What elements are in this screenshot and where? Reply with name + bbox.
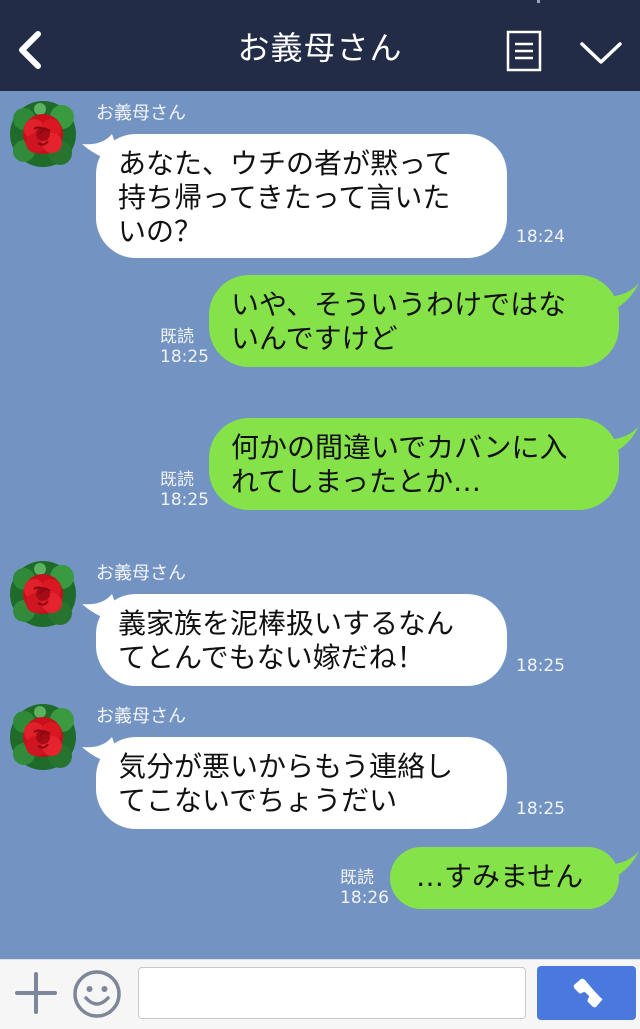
message-line: いや、そういうわけではな (231, 288, 567, 321)
chevron-down-icon[interactable] (578, 36, 624, 68)
message-line: …すみません (416, 860, 584, 893)
message-time: 18:25 (516, 799, 565, 819)
read-receipt: 既読 (340, 868, 374, 888)
message-line: てこないでちょうだい (118, 784, 398, 817)
message-bubble[interactable]: 義家族を泥棒扱いするなん てとんでもない嫁だね！ (82, 594, 507, 686)
message-line: あなた、ウチの者が黙って (118, 147, 453, 180)
avatar[interactable] (10, 101, 76, 167)
chevron-left-icon[interactable] (14, 28, 46, 72)
avatar[interactable] (10, 704, 76, 770)
message-line: いんですけど (231, 322, 398, 355)
message-bubble[interactable]: いや、そういうわけではな いんですけど (209, 275, 639, 367)
message-time: 18:25 (516, 656, 565, 676)
bubble-tail (599, 283, 639, 313)
message-line: てとんでもない嫁だね！ (118, 641, 425, 674)
chat-header: お義母さん (0, 0, 640, 91)
scroll-indicator (537, 0, 540, 3)
message-bubble[interactable]: 気分が悪いからもう連絡し てこないでちょうだい (82, 737, 507, 829)
message-line: 気分が悪いからもう連絡し (118, 750, 454, 783)
avatar[interactable] (10, 561, 76, 627)
plus-icon[interactable] (14, 971, 58, 1015)
message-line: いの？ (118, 215, 203, 248)
sender-name: お義母さん (96, 563, 186, 584)
chat-title: お義母さん (237, 29, 403, 67)
message-bubble[interactable]: …すみません (390, 847, 639, 909)
message-time: 18:24 (516, 227, 565, 247)
message-time: 18:26 (340, 888, 389, 908)
message-line: 義家族を泥棒扱いするなん (118, 607, 455, 640)
read-receipt: 既読 (160, 327, 194, 347)
smiley-icon[interactable] (72, 969, 122, 1019)
message-time: 18:25 (160, 490, 209, 510)
chat-footer (0, 959, 640, 1029)
menu-list-icon[interactable] (506, 30, 542, 72)
message-line: れてしまったとか… (231, 465, 482, 498)
message-line: 何かの間違いでカバンに入 (231, 431, 568, 464)
message-input[interactable] (138, 967, 526, 1019)
message-bubble[interactable]: 何かの間違いでカバンに入 れてしまったとか… (209, 418, 639, 510)
message-bubble[interactable]: あなた、ウチの者が黙って 持ち帰ってきたって言いた いの？ (82, 134, 507, 258)
bubble-tail (599, 851, 639, 881)
bubble-tail (82, 594, 122, 622)
bubble-tail (82, 737, 122, 765)
phone-icon (573, 978, 603, 1008)
sender-name: お義母さん (96, 706, 186, 727)
message-line: 持ち帰ってきたって言いた (118, 181, 451, 214)
bubble-tail (82, 134, 122, 162)
message-time: 18:25 (160, 347, 209, 367)
read-receipt: 既読 (160, 470, 194, 490)
call-button[interactable] (537, 966, 636, 1020)
sender-name: お義母さん (96, 103, 186, 124)
bubble-tail (599, 426, 639, 456)
